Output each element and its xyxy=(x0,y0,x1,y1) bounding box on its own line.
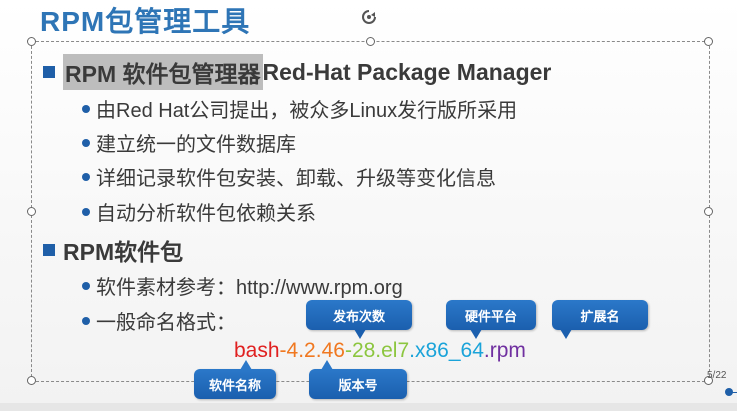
section1-heading-highlight: RPM 软件包管理器 xyxy=(63,54,263,90)
page-number: 5/22 xyxy=(707,370,727,381)
square-bullet-icon xyxy=(43,244,55,256)
callout-pointer xyxy=(470,329,482,339)
pkg-sep: - xyxy=(279,339,287,362)
callout-pointer xyxy=(560,329,572,339)
callout-pointer xyxy=(321,360,333,370)
resize-handle-right[interactable] xyxy=(704,207,713,216)
round-bullet-icon xyxy=(82,281,90,290)
resize-handle-bottom-left[interactable] xyxy=(27,376,36,385)
list-item: 软件素材参考：http://www.rpm.org xyxy=(82,271,403,300)
list-item-text: 由Red Hat公司提出，被众多Linux发行版所采用 xyxy=(96,100,518,122)
callout-label: 扩展名 xyxy=(580,308,620,324)
callout-version: 版本号 xyxy=(309,360,407,399)
list-item: 自动分析软件包依赖关系 xyxy=(82,197,316,226)
resize-handle-left[interactable] xyxy=(27,207,36,216)
section2-heading-text: RPM软件包 xyxy=(63,239,184,265)
list-item: 一般命名格式： xyxy=(82,306,236,335)
section1-heading-rest: Red-Hat Package Manager xyxy=(262,58,552,85)
list-item: 建立统一的文件数据库 xyxy=(82,128,296,157)
pkg-arch: x86_64 xyxy=(415,339,484,362)
callout-label: 硬件平台 xyxy=(464,308,517,324)
round-bullet-icon xyxy=(82,172,90,181)
callout-release: 发布次数 xyxy=(306,300,412,339)
callout-label: 软件名称 xyxy=(208,377,261,393)
round-bullet-icon xyxy=(82,316,90,325)
pkg-ext: .rpm xyxy=(483,339,526,362)
list-item: 详细记录软件包安装、卸载、升级等变化信息 xyxy=(82,162,496,191)
callout-label: 发布次数 xyxy=(332,308,385,324)
slide-title: RPM包管理工具 xyxy=(40,6,251,37)
callout-label: 版本号 xyxy=(338,377,378,393)
resize-handle-top-right[interactable] xyxy=(704,37,713,46)
round-bullet-icon xyxy=(82,207,90,216)
section1-heading: RPM 软件包管理器 Red-Hat Package Manager xyxy=(43,54,551,90)
resize-handle-top-left[interactable] xyxy=(27,37,36,46)
section2-heading: RPM软件包 xyxy=(43,233,183,267)
resize-handle-top[interactable] xyxy=(366,37,375,46)
callout-ext: 扩展名 xyxy=(552,300,648,339)
pkg-version: 4.2.46 xyxy=(286,339,345,362)
list-item-text: 一般命名格式： xyxy=(96,312,236,334)
bottom-bar xyxy=(0,403,737,411)
pkg-release: 28.el7 xyxy=(351,339,410,362)
callout-name: 软件名称 xyxy=(194,360,276,399)
callout-pointer xyxy=(354,329,366,339)
callout-pointer xyxy=(240,360,252,370)
list-item-text: 自动分析软件包依赖关系 xyxy=(96,203,316,225)
package-filename-example: bash-4.2.46-28.el7.x86_64.rpm xyxy=(234,339,526,363)
callout-arch: 硬件平台 xyxy=(446,300,536,339)
square-bullet-icon xyxy=(43,66,55,78)
list-item-text: 建立统一的文件数据库 xyxy=(96,134,296,156)
round-bullet-icon xyxy=(82,104,90,113)
rotate-handle-icon[interactable] xyxy=(360,8,378,26)
slider-track[interactable] xyxy=(732,392,737,393)
list-item: 由Red Hat公司提出，被众多Linux发行版所采用 xyxy=(82,94,517,123)
pkg-sep: - xyxy=(344,339,352,362)
list-item-text: 详细记录软件包安装、卸载、升级等变化信息 xyxy=(96,168,496,190)
list-item-text: 软件素材参考：http://www.rpm.org xyxy=(96,277,403,299)
pkg-name: bash xyxy=(234,339,280,362)
round-bullet-icon xyxy=(82,138,90,147)
